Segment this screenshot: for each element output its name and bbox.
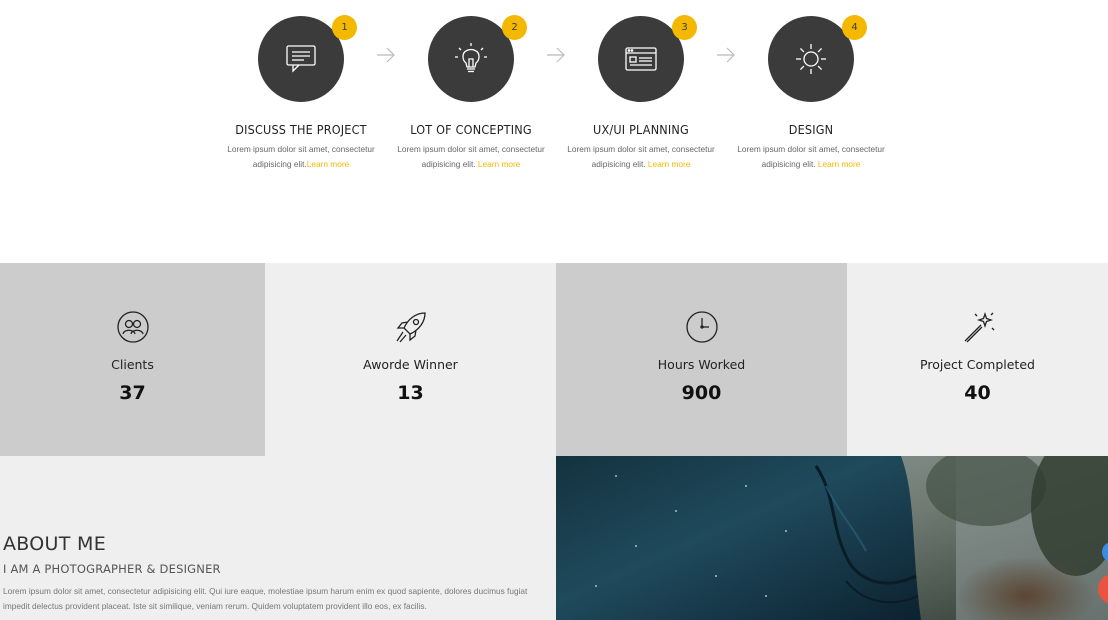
about-title: ABOUT ME <box>3 533 107 555</box>
step-title: UX/UI PLANNING <box>593 122 689 137</box>
step-planning: 3 UX/UI PLANNING Lorem ipsum dolor sit a… <box>556 15 726 172</box>
learn-more-link[interactable]: Learn more <box>818 159 860 169</box>
clock-icon <box>685 311 718 343</box>
stat-label: Clients <box>111 357 154 372</box>
step-number-badge: 1 <box>332 15 357 40</box>
lightbulb-icon <box>455 43 487 73</box>
stat-clients: Clients 37 <box>0 263 265 456</box>
about-text: Lorem ipsum dolor sit amet, consectetur … <box>3 586 528 611</box>
learn-more-link[interactable]: Learn more <box>307 159 349 169</box>
step-number-badge: 2 <box>502 15 527 40</box>
step-description-text: Lorem ipsum dolor sit amet, consectetur … <box>227 144 375 169</box>
about-section: ABOUT ME I AM A PHOTOGRAPHER & DESIGNER … <box>0 456 556 620</box>
process-steps: 1 DISCUSS THE PROJECT Lorem ipsum dolor … <box>0 0 1108 263</box>
browser-window-icon <box>625 47 657 71</box>
step-circle: 4 <box>768 15 867 102</box>
stat-label: Project Completed <box>920 357 1035 372</box>
stat-awards: Aworde Winner 13 <box>265 263 556 456</box>
clients-icon <box>116 311 149 343</box>
step-circle: 3 <box>598 15 697 102</box>
learn-more-link[interactable]: Learn more <box>648 159 690 169</box>
step-circle: 1 <box>258 15 357 102</box>
step-description: Lorem ipsum dolor sit amet, consectetur … <box>386 142 556 172</box>
about-photo <box>556 456 1108 620</box>
learn-more-link[interactable]: Learn more <box>478 159 520 169</box>
step-description-text: Lorem ipsum dolor sit amet, consectetur … <box>397 144 545 169</box>
step-title: DESIGN <box>788 122 834 137</box>
step-discuss: 1 DISCUSS THE PROJECT Lorem ipsum dolor … <box>216 15 386 172</box>
step-title: LOT OF CONCEPTING <box>410 122 532 137</box>
step-number-badge: 4 <box>842 15 867 40</box>
stat-value: 40 <box>964 382 991 404</box>
denim-jacket-photo <box>556 456 1108 620</box>
stat-hours: Hours Worked 900 <box>556 263 847 456</box>
chat-icon <box>286 45 316 73</box>
step-description-text: Lorem ipsum dolor sit amet, consectetur … <box>567 144 715 169</box>
step-number-badge: 3 <box>672 15 697 40</box>
stat-value: 900 <box>681 382 722 404</box>
rocket-icon <box>395 312 426 343</box>
step-circle: 2 <box>428 15 527 102</box>
step-title: DISCUSS THE PROJECT <box>235 122 367 137</box>
about-subtitle: I AM A PHOTOGRAPHER & DESIGNER <box>3 562 221 576</box>
stat-projects: Project Completed 40 <box>847 263 1108 456</box>
step-concepting: 2 LOT OF CONCEPTING Lorem ipsum dolor si… <box>386 15 556 172</box>
step-description: Lorem ipsum dolor sit amet, consectetur … <box>726 142 896 172</box>
magic-wand-icon <box>964 311 994 343</box>
step-description: Lorem ipsum dolor sit amet, consectetur … <box>556 142 726 172</box>
stat-value: 37 <box>119 382 146 404</box>
stat-label: Hours Worked <box>657 357 746 372</box>
step-description-text: Lorem ipsum dolor sit amet, consectetur … <box>737 144 885 169</box>
stat-label: Aworde Winner <box>363 357 458 372</box>
step-design: 4 DESIGN Lorem ipsum dolor sit amet, con… <box>726 15 896 172</box>
sun-icon <box>796 44 826 74</box>
step-description: Lorem ipsum dolor sit amet, consectetur … <box>216 142 386 172</box>
stat-value: 13 <box>397 382 424 404</box>
